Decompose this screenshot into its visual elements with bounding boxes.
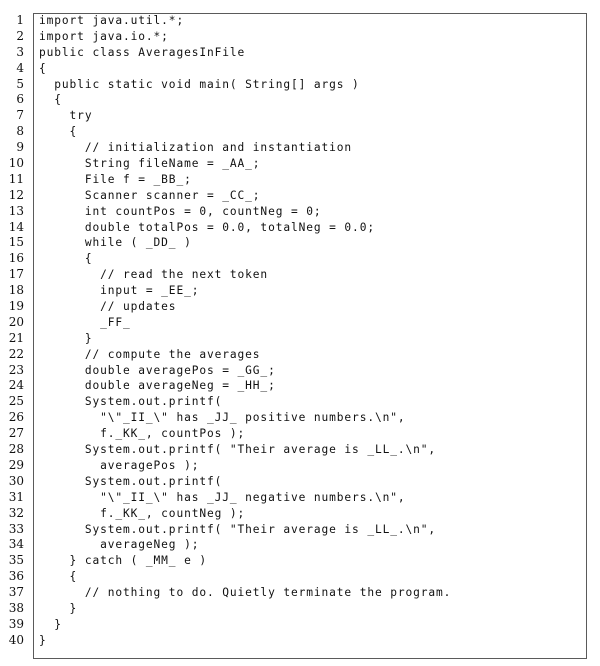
code-line: averagePos ); [39,458,200,472]
code-line: { [39,125,78,139]
code-line: System.out.printf( "Their average is _LL… [39,522,437,536]
code-line: } [39,633,47,647]
code-line: } [39,617,62,631]
code-line: String fileName = _AA_; [39,157,261,171]
line-number: 39 [8,616,24,631]
line-number: 30 [8,473,24,488]
line-number: 26 [8,410,24,425]
line-number: 13 [8,203,24,218]
code-line: f._KK_, countNeg ); [39,506,246,520]
code-line: f._KK_, countPos ); [39,427,246,441]
line-number: 34 [8,537,24,552]
code-line: } catch ( _MM_ e ) [39,554,207,568]
code-line: System.out.printf( "Their average is _LL… [39,443,437,457]
code-line: { [39,61,47,75]
line-number: 17 [8,267,24,282]
line-number: 40 [8,632,24,647]
line-number: 14 [8,219,24,234]
code-line: // compute the averages [39,347,261,361]
code-line: } [39,331,93,345]
line-number: 22 [8,346,24,361]
code-line: int countPos = 0, countNeg = 0; [39,204,322,218]
line-number: 11 [8,171,24,186]
code-line: System.out.printf( [39,395,223,409]
line-number: 23 [8,362,24,377]
code-line: while ( _DD_ ) [39,236,192,250]
code-line: // initialization and instantiation [39,141,353,155]
code-line: try [39,109,93,123]
line-number: 27 [8,426,24,441]
line-number: 28 [8,442,24,457]
code-line: double averagePos = _GG_; [39,363,276,377]
line-number: 33 [8,521,24,536]
line-number: 38 [8,600,24,615]
code-line: { [39,252,93,266]
line-number: 21 [8,330,24,345]
code-line: Scanner scanner = _CC_; [39,188,261,202]
line-number: 16 [8,251,24,266]
code-line: import java.io.*; [39,29,169,43]
line-number: 1 [16,13,24,27]
code-line: "\"_II_\" has _JJ_ negative numbers.\n", [39,490,406,504]
line-number: 20 [8,314,24,329]
code-line: input = _EE_; [39,284,200,298]
code-line: // nothing to do. Quietly terminate the … [39,586,452,600]
line-number: 12 [8,187,24,202]
line-number-gutter: 1 2 3 4 5 6 7 8 9 10 11 12 13 14 15 16 17 18 19 20 21 22 23 24 2… [0,13,26,649]
code-line: public static void main( String[] args ) [39,77,360,91]
line-number: 31 [8,489,24,504]
line-number: 29 [8,457,24,472]
line-number: 18 [8,283,24,298]
line-number: 2 [16,28,24,43]
code-line: { [39,570,78,584]
line-number: 35 [8,553,24,568]
code-listing: import java.util.*; import java.io.*; publ… [39,13,451,649]
line-number: 8 [16,124,24,139]
code-line: // read the next token [39,268,269,282]
line-number: 3 [16,44,24,59]
code-line: // updates [39,300,177,314]
code-line: averageNeg ); [39,538,200,552]
line-number: 7 [16,108,24,123]
line-number: 37 [8,585,24,600]
line-number: 6 [16,92,24,107]
code-line: _FF_ [39,315,131,329]
line-number: 10 [8,156,24,171]
code-line: double totalPos = 0.0, totalNeg = 0.0; [39,220,375,234]
line-number: 19 [8,299,24,314]
line-number: 25 [8,394,24,409]
line-number: 9 [16,140,24,155]
line-number: 15 [8,235,24,250]
line-number: 5 [16,76,24,91]
code-line: public class AveragesInFile [39,45,246,59]
line-number: 24 [8,378,24,393]
code-line: System.out.printf( [39,474,223,488]
code-line: "\"_II_\" has _JJ_ positive numbers.\n", [39,411,406,425]
code-line: { [39,93,62,107]
code-line: double averageNeg = _HH_; [39,379,276,393]
line-number: 4 [16,60,24,75]
line-number: 32 [8,505,24,520]
code-line: File f = _BB_; [39,172,192,186]
line-number: 36 [8,569,24,584]
code-line: import java.util.*; [39,14,185,27]
code-line: } [39,601,78,615]
